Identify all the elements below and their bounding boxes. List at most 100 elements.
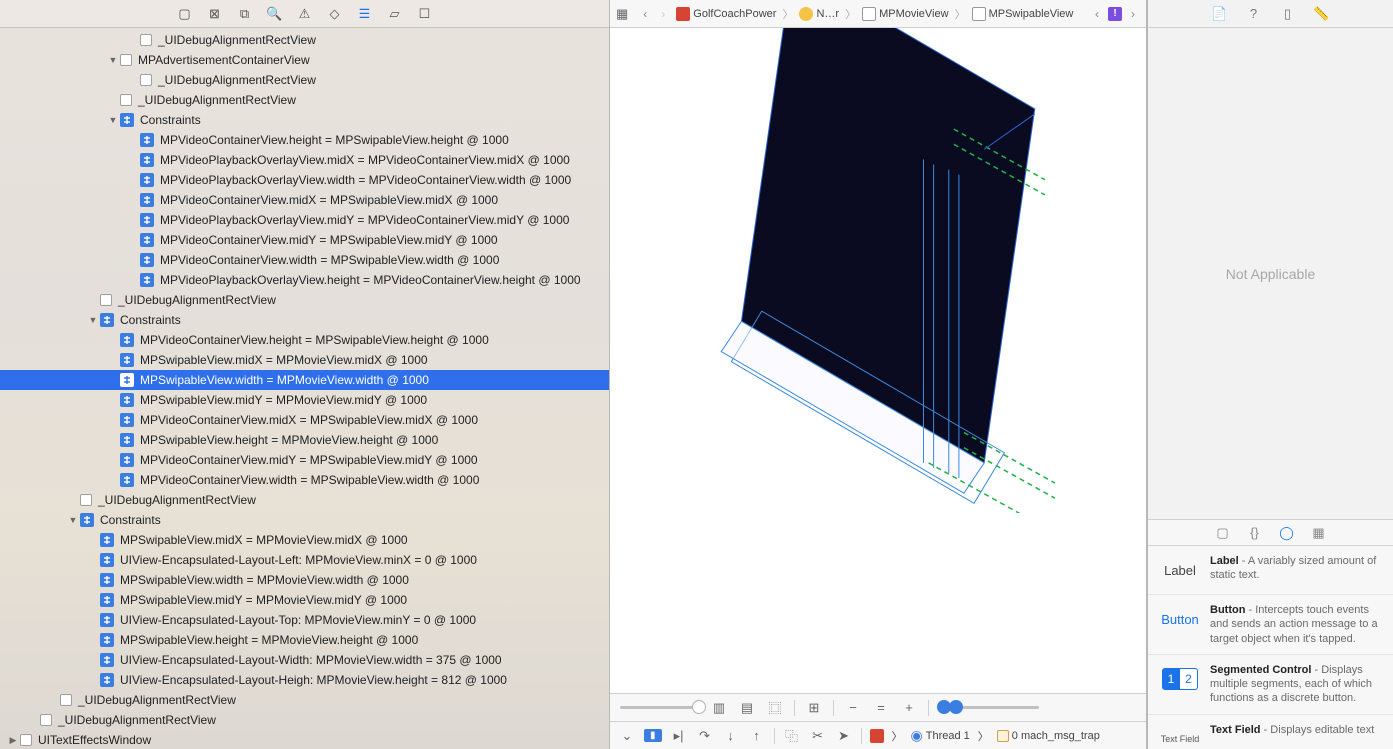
view-row[interactable]: _UIDebugAlignmentRectView bbox=[0, 70, 609, 90]
breadcrumb-controller[interactable]: N…r bbox=[797, 7, 841, 21]
test-icon[interactable]: ◇ bbox=[327, 6, 343, 22]
constraint-row[interactable]: MPSwipableView.midY = MPMovieView.midY @… bbox=[0, 390, 609, 410]
step-out-icon[interactable]: ↑ bbox=[748, 727, 766, 745]
disclosure-triangle[interactable] bbox=[88, 655, 98, 665]
orient-3d-icon[interactable]: ⿴ bbox=[766, 699, 784, 717]
help-inspector-tab[interactable]: ? bbox=[1246, 6, 1262, 22]
constraint-row[interactable]: MPSwipableView.height = MPMovieView.heig… bbox=[0, 430, 609, 450]
project-nav-icon[interactable]: ▢ bbox=[177, 6, 193, 22]
library-item[interactable]: 12Segmented Control - Displays multiple … bbox=[1148, 655, 1393, 715]
disclosure-triangle[interactable] bbox=[108, 475, 118, 485]
constraint-row[interactable]: MPSwipableView.midY = MPMovieView.midY @… bbox=[0, 590, 609, 610]
constraint-row[interactable]: MPVideoContainerView.midY = MPSwipableVi… bbox=[0, 230, 609, 250]
breakpoint-icon[interactable]: ▱ bbox=[387, 6, 403, 22]
debug-hierarchy-icon[interactable]: ☰ bbox=[357, 6, 373, 22]
constraint-row[interactable]: MPVideoContainerView.midX = MPSwipableVi… bbox=[0, 410, 609, 430]
constraint-row[interactable]: UIView-Encapsulated-Layout-Width: MPMovi… bbox=[0, 650, 609, 670]
visibility-checkbox[interactable] bbox=[140, 74, 152, 86]
visibility-checkbox[interactable] bbox=[100, 294, 112, 306]
visibility-checkbox[interactable] bbox=[120, 94, 132, 106]
disclosure-triangle[interactable] bbox=[128, 235, 138, 245]
constraints-toggle-icon[interactable]: ▤ bbox=[738, 699, 756, 717]
disclosure-triangle[interactable] bbox=[108, 395, 118, 405]
breakpoint-toggle[interactable]: ▮ bbox=[644, 729, 662, 742]
constraint-row[interactable]: MPVideoContainerView.midY = MPSwipableVi… bbox=[0, 450, 609, 470]
constraints-group[interactable]: ▼Constraints bbox=[0, 310, 609, 330]
constraint-row[interactable]: MPVideoContainerView.width = MPSwipableV… bbox=[0, 250, 609, 270]
visibility-checkbox[interactable] bbox=[20, 734, 32, 746]
disclosure-triangle[interactable] bbox=[128, 255, 138, 265]
visibility-checkbox[interactable] bbox=[140, 34, 152, 46]
nav-back[interactable]: ‹ bbox=[638, 7, 652, 21]
disclosure-triangle[interactable] bbox=[128, 215, 138, 225]
constraint-row[interactable]: MPVideoPlaybackOverlayView.height = MPVi… bbox=[0, 270, 609, 290]
symbol-nav-icon[interactable]: ⊠ bbox=[207, 6, 223, 22]
view-row[interactable]: ▶UITextEffectsWindow bbox=[0, 730, 609, 749]
constraint-row[interactable]: MPSwipableView.height = MPMovieView.heig… bbox=[0, 630, 609, 650]
size-inspector-tab[interactable]: 📏 bbox=[1314, 6, 1330, 22]
file-template-tab[interactable]: ▢ bbox=[1215, 525, 1231, 541]
constraints-group[interactable]: ▼Constraints bbox=[0, 510, 609, 530]
visibility-checkbox[interactable] bbox=[60, 694, 72, 706]
navigator-tree[interactable]: _UIDebugAlignmentRectView▼MPAdvertisemen… bbox=[0, 28, 609, 749]
view-debug-icon[interactable]: ⿻ bbox=[783, 727, 801, 745]
visibility-checkbox[interactable] bbox=[40, 714, 52, 726]
disclosure-triangle[interactable] bbox=[88, 595, 98, 605]
constraint-row[interactable]: MPVideoPlaybackOverlayView.midX = MPVide… bbox=[0, 150, 609, 170]
constraint-row[interactable]: MPSwipableView.width = MPMovieView.width… bbox=[0, 370, 609, 390]
constraints-group[interactable]: ▼Constraints bbox=[0, 110, 609, 130]
jump-next[interactable]: › bbox=[1126, 7, 1140, 21]
library-item[interactable]: ButtonButton - Intercepts touch events a… bbox=[1148, 595, 1393, 655]
view-row[interactable]: ▼MPAdvertisementContainerView bbox=[0, 50, 609, 70]
disclosure-triangle[interactable]: ▼ bbox=[108, 115, 118, 125]
jump-prev[interactable]: ‹ bbox=[1090, 7, 1104, 21]
constraint-row[interactable]: UIView-Encapsulated-Layout-Top: MPMovieV… bbox=[0, 610, 609, 630]
snippet-tab[interactable]: {} bbox=[1247, 525, 1263, 541]
related-items-icon[interactable]: ▦ bbox=[616, 6, 628, 22]
view-debugger-canvas[interactable] bbox=[610, 28, 1146, 693]
frame-crumb[interactable]: 0 mach_msg_trap bbox=[997, 730, 1100, 742]
view-row[interactable]: _UIDebugAlignmentRectView bbox=[0, 290, 609, 310]
library-item[interactable]: LabelLabel - A variably sized amount of … bbox=[1148, 546, 1393, 595]
zoom-in-icon[interactable]: + bbox=[900, 699, 918, 717]
disclosure-triangle[interactable] bbox=[128, 35, 138, 45]
step-into-icon[interactable]: ↓ bbox=[722, 727, 740, 745]
media-tab[interactable]: ▦ bbox=[1311, 525, 1327, 541]
disclosure-triangle[interactable] bbox=[128, 175, 138, 185]
view-row[interactable]: _UIDebugAlignmentRectView bbox=[0, 30, 609, 50]
disclosure-triangle[interactable] bbox=[108, 415, 118, 425]
disclosure-triangle[interactable] bbox=[128, 135, 138, 145]
disclosure-triangle[interactable]: ▶ bbox=[8, 735, 18, 745]
hierarchy-nav-icon[interactable]: ⧉ bbox=[237, 6, 253, 22]
view-row[interactable]: _UIDebugAlignmentRectView bbox=[0, 690, 609, 710]
range-slider[interactable] bbox=[939, 706, 1039, 709]
constraint-row[interactable]: MPVideoContainerView.height = MPSwipable… bbox=[0, 130, 609, 150]
constraint-row[interactable]: UIView-Encapsulated-Layout-Heigh: MPMovi… bbox=[0, 670, 609, 690]
disclosure-triangle[interactable]: ▼ bbox=[88, 315, 98, 325]
disclosure-triangle[interactable] bbox=[28, 715, 38, 725]
object-tab[interactable]: ◯ bbox=[1279, 525, 1295, 541]
view-row[interactable]: _UIDebugAlignmentRectView bbox=[0, 90, 609, 110]
disclosure-triangle[interactable] bbox=[108, 375, 118, 385]
breadcrumb-app[interactable]: GolfCoachPower bbox=[674, 7, 778, 21]
constraint-row[interactable]: MPVideoContainerView.midX = MPSwipableVi… bbox=[0, 190, 609, 210]
disclosure-triangle[interactable] bbox=[128, 75, 138, 85]
clip-toggle-icon[interactable]: ▥ bbox=[710, 699, 728, 717]
visibility-checkbox[interactable] bbox=[120, 54, 132, 66]
search-icon[interactable]: 🔍 bbox=[267, 6, 283, 22]
disclosure-triangle[interactable] bbox=[108, 355, 118, 365]
disclosure-triangle[interactable] bbox=[88, 555, 98, 565]
library-item[interactable]: Text FieldText Field - Displays editable… bbox=[1148, 715, 1393, 749]
zoom-out-icon[interactable]: − bbox=[844, 699, 862, 717]
disclosure-triangle[interactable] bbox=[128, 275, 138, 285]
library-list[interactable]: LabelLabel - A variably sized amount of … bbox=[1148, 546, 1393, 749]
issue-icon[interactable]: ! bbox=[1108, 7, 1122, 21]
disclosure-triangle[interactable] bbox=[88, 615, 98, 625]
disclosure-triangle[interactable] bbox=[68, 495, 78, 505]
process-crumb[interactable] bbox=[870, 729, 884, 743]
constraint-row[interactable]: MPVideoContainerView.width = MPSwipableV… bbox=[0, 470, 609, 490]
visibility-checkbox[interactable] bbox=[80, 494, 92, 506]
breadcrumb-view1[interactable]: MPMovieView bbox=[860, 7, 951, 21]
thread-crumb[interactable]: ◉Thread 1 bbox=[911, 727, 970, 744]
view-row[interactable]: _UIDebugAlignmentRectView bbox=[0, 710, 609, 730]
